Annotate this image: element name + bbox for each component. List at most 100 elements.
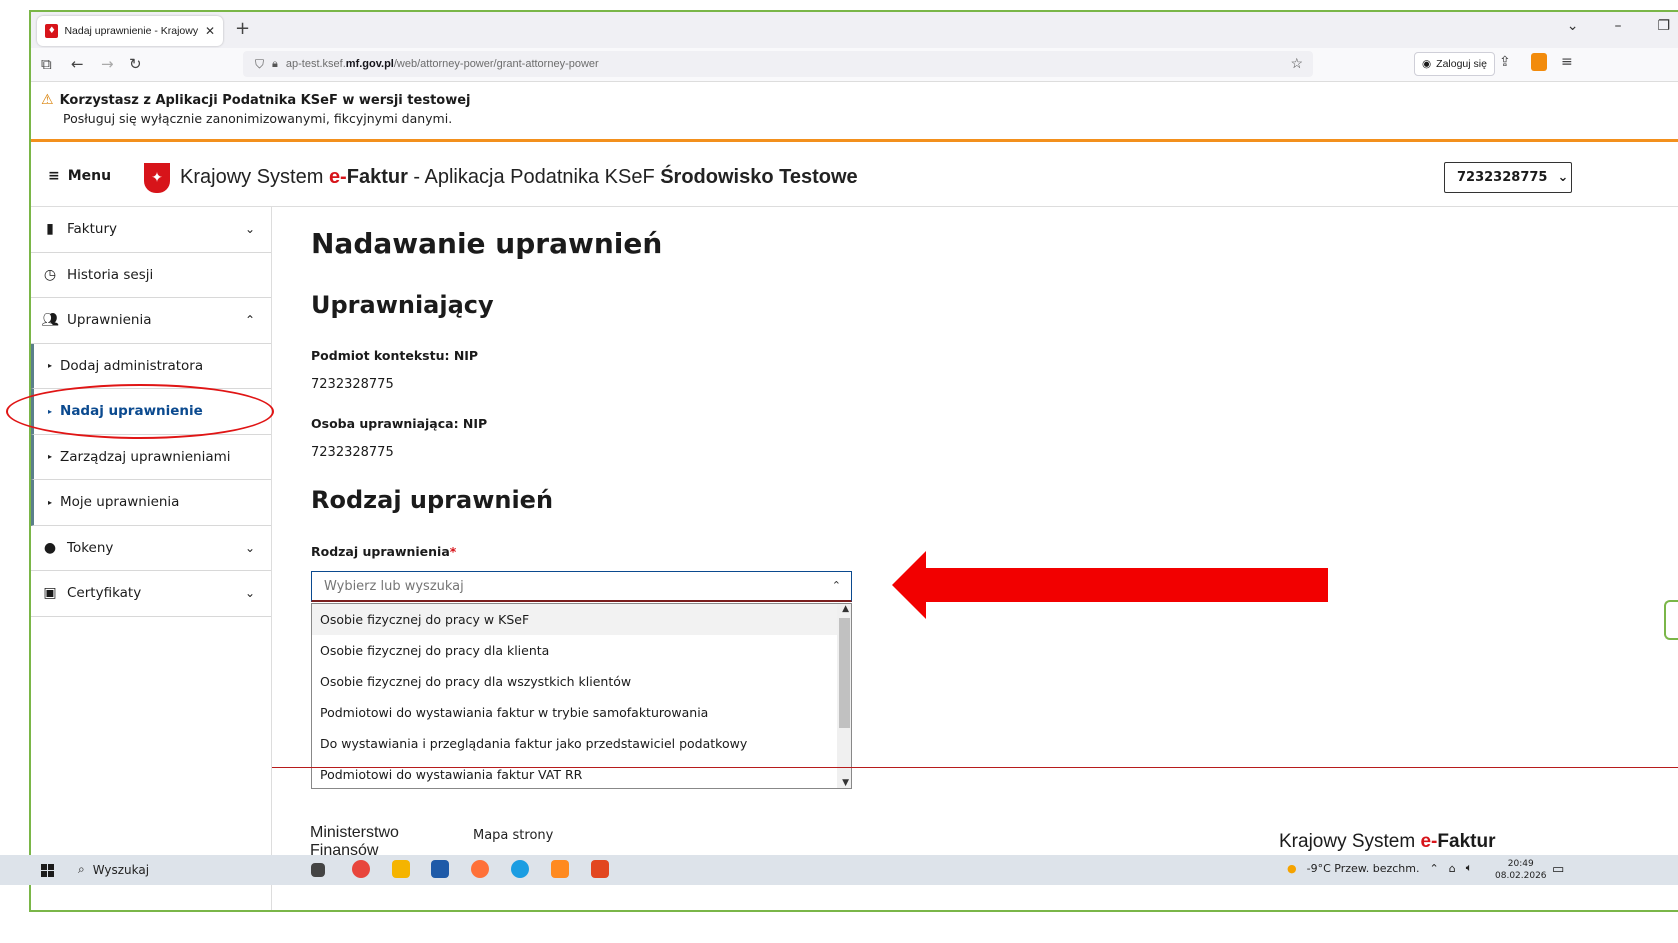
chevron-down-icon: ⌄ [1557, 170, 1569, 185]
url-path: /web/attorney-power/grant-attorney-power [393, 58, 599, 70]
firefox-view-icon[interactable]: ⧉ [41, 55, 52, 73]
new-tab-icon[interactable]: + [235, 18, 250, 39]
chevron-up-icon[interactable]: ⌃ [832, 579, 841, 592]
grantor-value: 7232328775 [311, 445, 394, 460]
listbox-option[interactable]: Podmiotowi do wystawiania faktur w trybi… [312, 697, 838, 728]
firefox-icon[interactable] [471, 860, 489, 878]
windows-taskbar: ⌕ Wyszukaj ● -9°C Przew. bezchm. ⌃ ⌂ 🔈︎ … [0, 855, 1678, 885]
listbox-option[interactable]: Osobie fizycznej do pracy dla wszystkich… [312, 666, 838, 697]
tray-chevron-icon[interactable]: ⌃ [1430, 862, 1439, 875]
menu-button[interactable]: ≡ Menu [48, 168, 111, 184]
page-title: Nadawanie uprawnień [311, 227, 663, 260]
url-prefix: ap-test.ksef. [285, 58, 346, 70]
sidebar-item-tokeny[interactable]: ● Tokeny ⌄ [31, 526, 271, 571]
minimize-icon[interactable]: – [1614, 18, 1621, 34]
bullet-triangle-icon: ▸ [48, 452, 53, 462]
combobox-placeholder: Wybierz lub wyszukaj [324, 578, 464, 594]
test-environment-banner: ⚠ Korzystasz z Aplikacji Podatnika KSeF … [31, 86, 1678, 142]
restore-icon[interactable]: ❐ [1657, 18, 1670, 34]
taskbar-search-label: Wyszukaj [92, 862, 150, 877]
hamburger-icon: ≡ [48, 168, 60, 184]
sidebar-item-historia-sesji[interactable]: ◷ Historia sesji [31, 253, 271, 298]
nip-context-select[interactable]: 7232328775 ⌄ [1444, 162, 1572, 193]
app-icon-orange[interactable] [551, 860, 569, 878]
tab-close-icon[interactable]: ✕ [205, 24, 215, 38]
listbox-option[interactable]: Osobie fizycznej do pracy dla klienta [312, 635, 838, 666]
menu-label: Menu [67, 168, 112, 184]
sidebar-item-faktury[interactable]: ▮ Faktury ⌄ [31, 207, 271, 253]
footer-brand-prefix: Krajowy System [1279, 831, 1421, 852]
shield-icon: ⛉ [255, 56, 265, 71]
bookmark-star-icon[interactable]: ☆ [1290, 55, 1303, 72]
permission-type-listbox[interactable]: Osobie fizycznej do pracy w KSeF Osobie … [311, 603, 852, 789]
file-explorer-icon[interactable] [392, 860, 410, 878]
sidebar-item-uprawnienia[interactable]: 👥︎ Uprawnienia ⌃ [31, 298, 271, 344]
clock-icon: ◷ [43, 266, 57, 283]
back-icon[interactable]: ← [71, 55, 84, 73]
clock-date: 08.02.2026 [1495, 871, 1547, 881]
listbox-option[interactable]: Osobie fizycznej do pracy w KSeF [312, 604, 838, 635]
login-label: Zaloguj się [1436, 58, 1487, 70]
weather-text[interactable]: -9°C Przew. bezchm. [1307, 862, 1420, 875]
brand-prefix: Krajowy System [180, 166, 329, 188]
tab-list-chevron-icon[interactable]: ⌄ [1567, 18, 1579, 34]
network-icon[interactable]: ⌂ [1449, 862, 1456, 875]
app-header: ≡ Menu ✦ Krajowy System e-Faktur - Aplik… [31, 146, 1678, 207]
share-icon[interactable]: ⇪ [1499, 54, 1511, 70]
taskbar-search[interactable]: ⌕ Wyszukaj [78, 862, 149, 877]
context-label: Podmiot kontekstu: NIP [311, 348, 479, 363]
banner-text: Posługuj się wyłącznie zanonimizowanymi,… [63, 111, 453, 126]
poland-emblem-icon: ✦ [144, 163, 170, 193]
scroll-down-icon[interactable]: ▼ [842, 778, 849, 788]
sidebar-item-certyfikaty[interactable]: ▣ Certyfikaty ⌄ [31, 571, 271, 617]
feedback-tab[interactable] [1664, 600, 1678, 640]
sidebar-subitem-moje-uprawnienia[interactable]: ▸ Moje uprawnienia [31, 480, 271, 526]
task-view-icon[interactable] [311, 863, 325, 877]
scrollbar-thumb[interactable] [839, 618, 850, 728]
url-domain: mf.gov.pl [345, 58, 394, 70]
listbox-option[interactable]: Do wystawiania i przeglądania faktur jak… [312, 728, 838, 759]
extension-icon[interactable] [1531, 53, 1547, 71]
login-button[interactable]: ◉ Zaloguj się [1414, 52, 1495, 76]
taskbar-clock[interactable]: 20:49 08.02.2026 [1495, 858, 1547, 882]
chrome-icon[interactable] [352, 860, 370, 878]
sidebar-subitem-dodaj-administratora[interactable]: ▸ Dodaj administratora [31, 343, 271, 389]
footer-sitemap-link[interactable]: Mapa strony [473, 828, 553, 843]
listbox-scrollbar[interactable]: ▲ ▼ [837, 604, 851, 788]
reload-icon[interactable]: ↻ [129, 55, 142, 73]
sidebar-item-label: Historia sesji [67, 266, 154, 283]
scroll-up-icon[interactable]: ▲ [842, 604, 849, 614]
notification-icon[interactable]: ▭ [1552, 862, 1564, 877]
warning-icon: ⚠ [41, 92, 54, 108]
browser-tab-active[interactable]: ♦ Nadaj uprawnienie - Krajowy Sy ✕ [37, 16, 223, 46]
sidebar-subitem-label: Zarządzaj uprawnieniami [60, 448, 231, 465]
app-menu-icon[interactable]: ≡ [1561, 54, 1573, 70]
lock-icon: 🔒︎ [272, 57, 278, 70]
browser-navbar: ⧉ ← → ↻ ⛉ 🔒︎ ap-test.ksef.mf.gov.pl/web/… [31, 48, 1678, 82]
annotation-red-arrow [892, 551, 1328, 619]
screen: ♦ Nadaj uprawnienie - Krajowy Sy ✕ + ⌄ –… [0, 0, 1678, 943]
browser-tab-bar: ♦ Nadaj uprawnienie - Krajowy Sy ✕ + ⌄ –… [31, 12, 1678, 48]
bullet-triangle-icon: ▸ [48, 497, 53, 507]
grantor-label: Osoba uprawniająca: NIP [311, 416, 488, 431]
app-icon-red[interactable] [591, 860, 609, 878]
app-brand-title[interactable]: Krajowy System e-Faktur - Aplikacja Poda… [180, 166, 858, 189]
sidebar-subitem-zarzadzaj-uprawnieniami[interactable]: ▸ Zarządzaj uprawnieniami [31, 434, 271, 480]
chevron-down-icon: ⌄ [244, 586, 255, 600]
windows-start-icon[interactable] [41, 864, 54, 877]
address-bar[interactable]: ⛉ 🔒︎ ap-test.ksef.mf.gov.pl/web/attorney… [243, 51, 1313, 77]
clock-time: 20:49 [1507, 859, 1534, 869]
sidebar-subitem-label: Moje uprawnienia [60, 494, 180, 511]
permission-type-combobox[interactable]: Wybierz lub wyszukaj ⌃ [311, 571, 852, 602]
listbox-option[interactable]: Podmiotowi do wystawiania faktur VAT RR [312, 759, 838, 788]
search-icon: ⌕ [78, 862, 85, 876]
brand-suffix: - Aplikacja Podatnika KSeF [407, 166, 661, 188]
system-tray: ● -9°C Przew. bezchm. ⌃ ⌂ 🔈︎ [1287, 861, 1472, 875]
volume-icon[interactable]: 🔈︎ [1466, 861, 1473, 875]
edge-icon[interactable] [511, 860, 529, 878]
section-heading-grantor: Uprawniający [311, 291, 494, 319]
bullet-triangle-icon: ▸ [48, 361, 53, 371]
sidebar: ▮ Faktury ⌄ ◷ Historia sesji 👥︎ Uprawnie… [31, 207, 272, 910]
store-icon[interactable] [431, 860, 449, 878]
forward-icon[interactable]: → [101, 55, 114, 73]
